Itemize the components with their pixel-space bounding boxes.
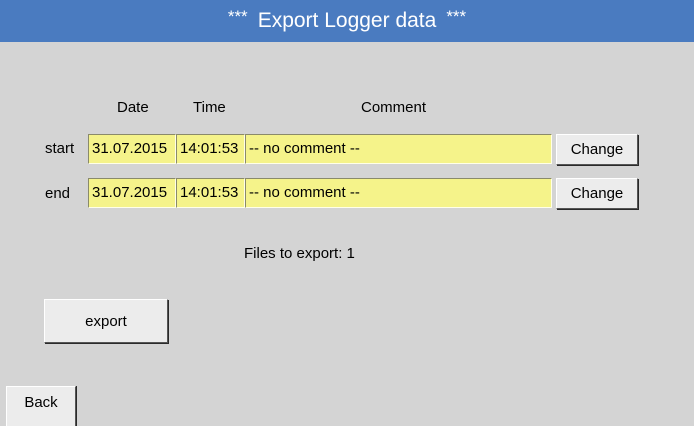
start-time-field[interactable]: 14:01:53 bbox=[176, 134, 245, 164]
export-button[interactable]: export bbox=[44, 299, 168, 343]
page-title: Export Logger data bbox=[257, 9, 437, 32]
end-date-field[interactable]: 31.07.2015 bbox=[88, 178, 176, 208]
title-stars-right: *** bbox=[446, 7, 467, 26]
title-stars-left: *** bbox=[227, 7, 248, 26]
start-row-label: start bbox=[45, 140, 75, 157]
end-change-button[interactable]: Change bbox=[556, 178, 638, 209]
start-change-button[interactable]: Change bbox=[556, 134, 638, 165]
end-comment-field[interactable]: -- no comment -- bbox=[245, 178, 552, 208]
column-header-date: Date bbox=[117, 99, 149, 116]
start-comment-field[interactable]: -- no comment -- bbox=[245, 134, 552, 164]
column-header-comment: Comment bbox=[361, 99, 427, 116]
column-header-time: Time bbox=[193, 99, 226, 116]
back-button[interactable]: Back bbox=[6, 386, 76, 426]
title-bar: *** Export Logger data *** bbox=[0, 0, 694, 42]
files-to-export-status: Files to export: 1 bbox=[244, 245, 355, 262]
start-date-field[interactable]: 31.07.2015 bbox=[88, 134, 176, 164]
end-time-field[interactable]: 14:01:53 bbox=[176, 178, 245, 208]
end-row-label: end bbox=[45, 185, 71, 202]
